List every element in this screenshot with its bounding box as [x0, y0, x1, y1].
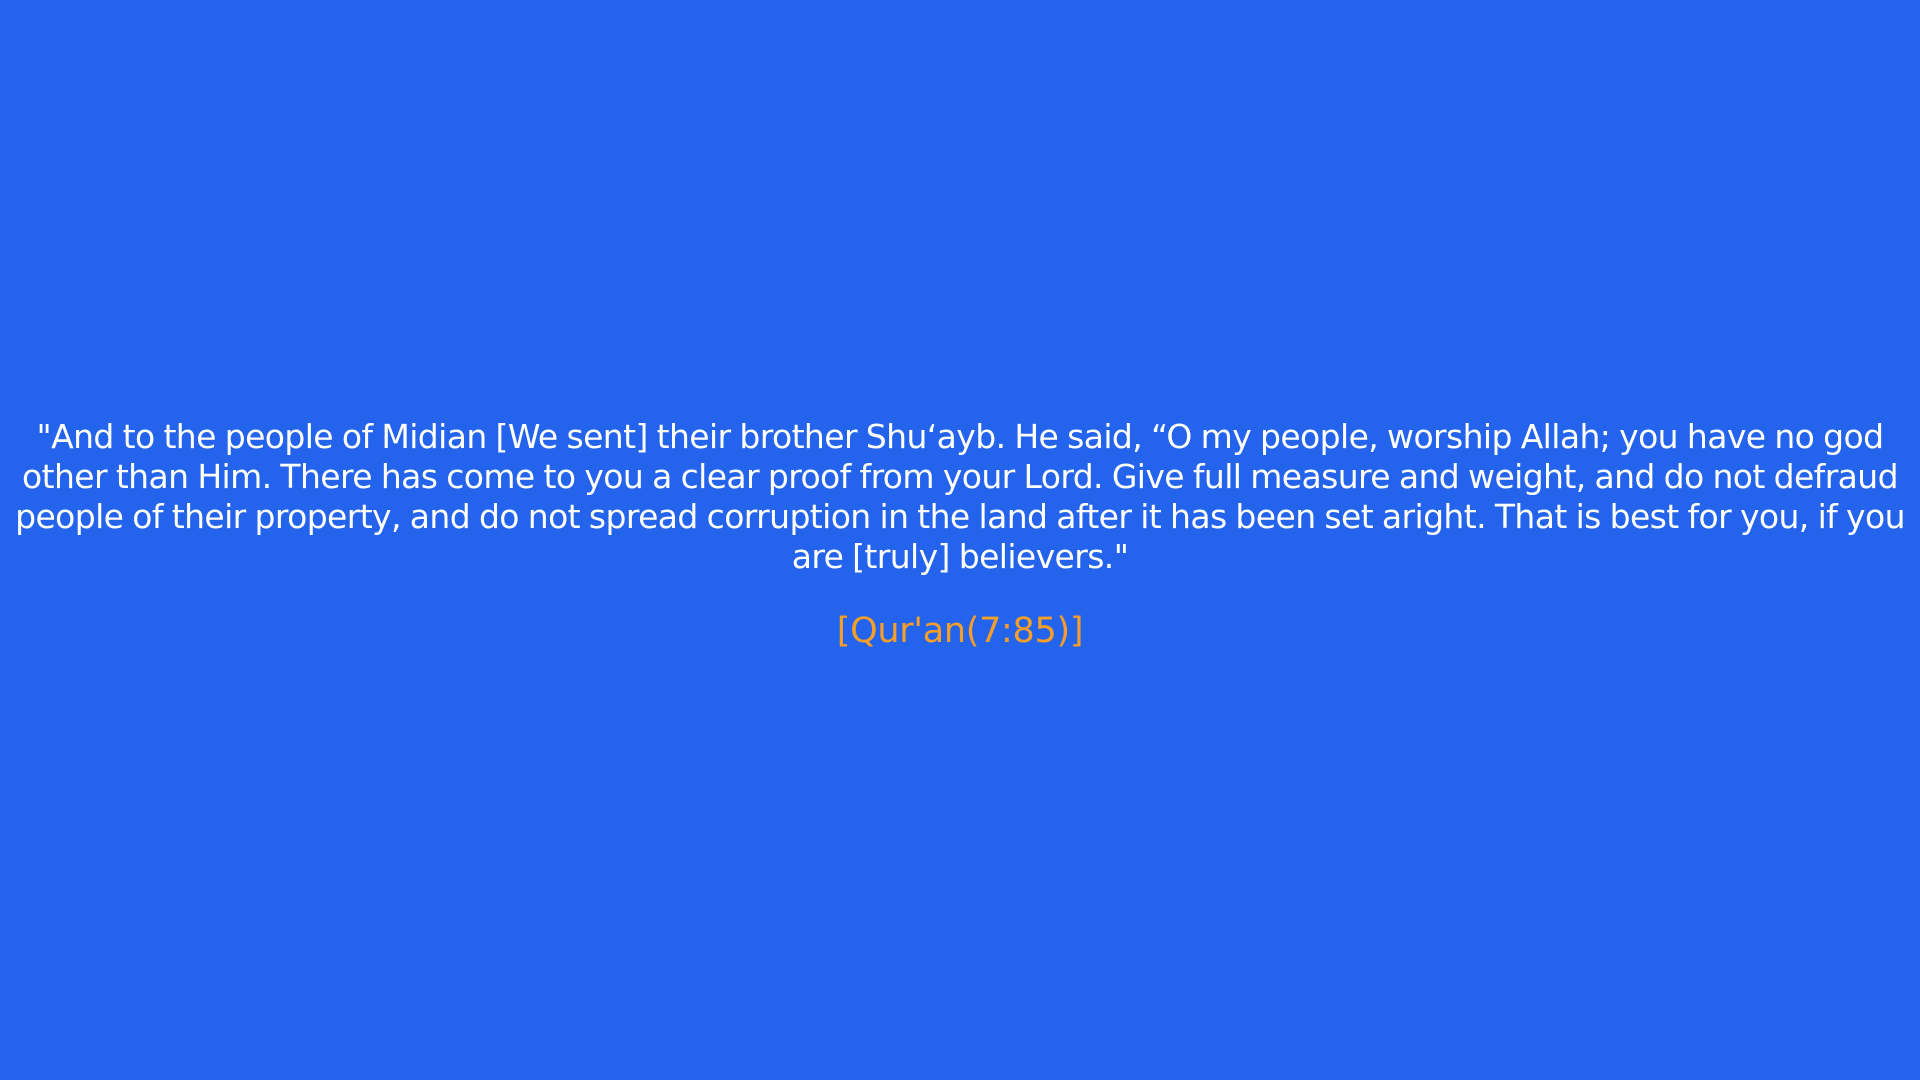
- verse-text: "And to the people of Midian [We sent] t…: [15, 417, 1905, 576]
- quote-card: "And to the people of Midian [We sent] t…: [0, 417, 1920, 653]
- verse-citation: [Qur'an(7:85)]: [836, 611, 1084, 651]
- quote-screen: "And to the people of Midian [We sent] t…: [0, 0, 1920, 1080]
